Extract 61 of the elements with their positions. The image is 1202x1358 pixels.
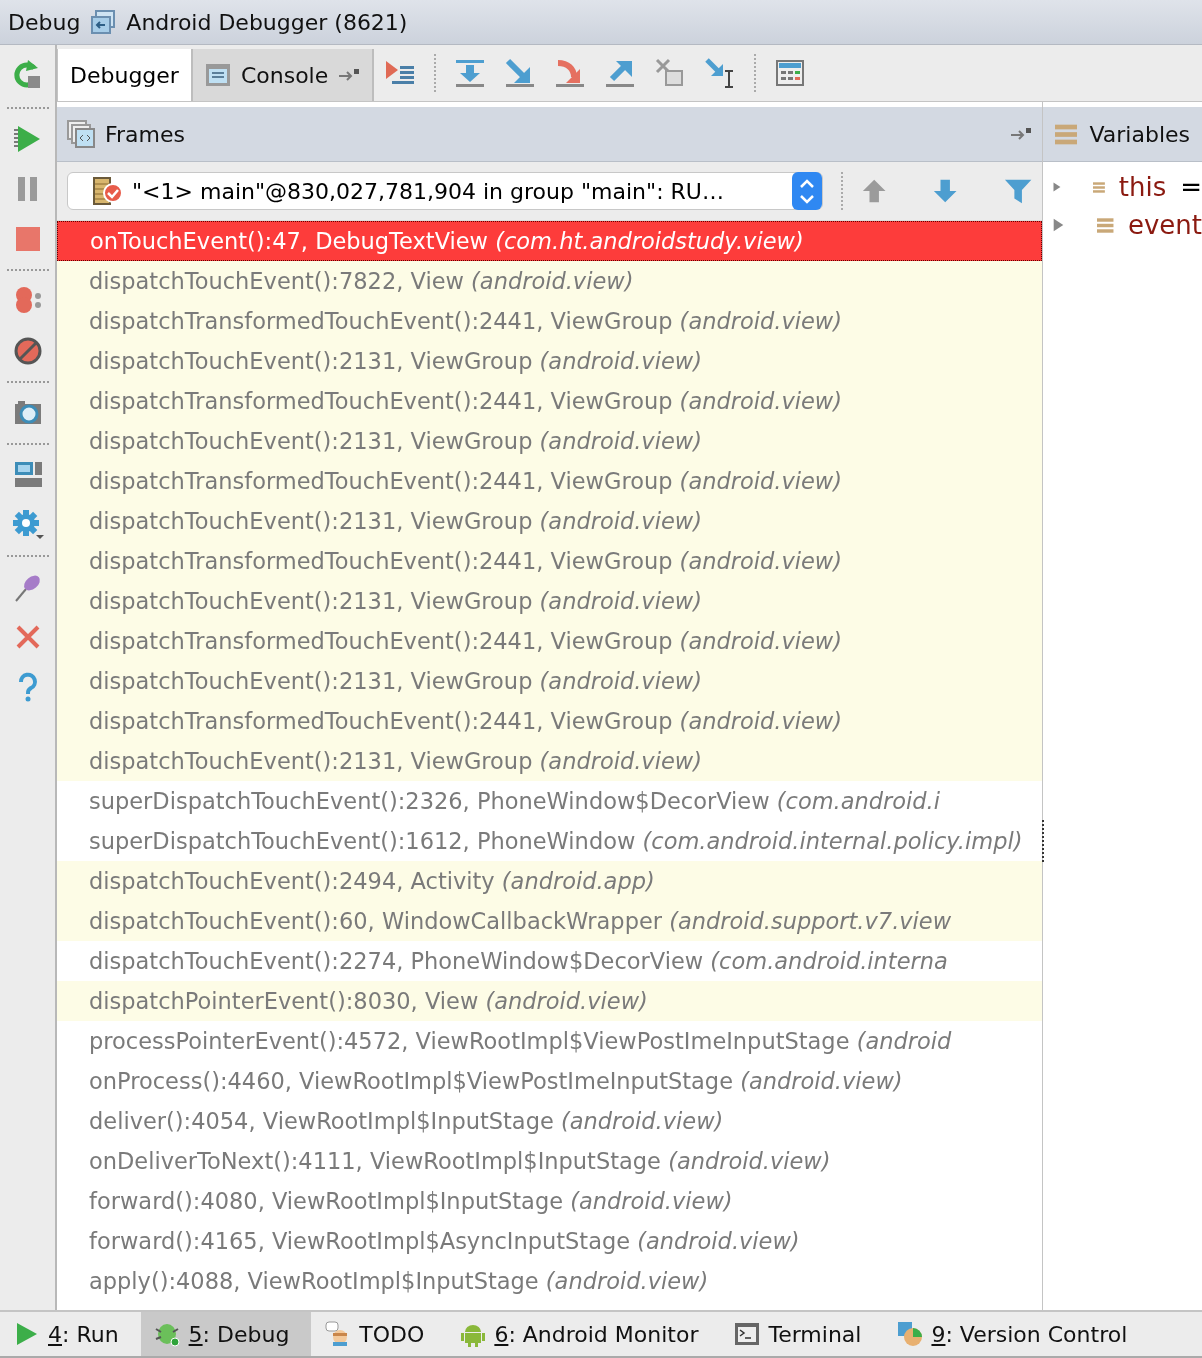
tool-window-button[interactable]: 9: Version Control [883, 1312, 1150, 1356]
calculator-icon[interactable] [774, 57, 807, 89]
tool-window-title: Debug [8, 9, 81, 35]
stack-frame-row[interactable]: dispatchTouchEvent():60, WindowCallbackWrapper (android.support.v7.view [57, 901, 1042, 941]
panel-title: Frames [105, 121, 186, 147]
tool-window-button[interactable]: 5: Debug [140, 1312, 312, 1356]
stack-frame-row[interactable]: dispatchTransformedTouchEvent():2441, ViewGroup (android.view) [57, 381, 1042, 421]
stack-frame-row[interactable]: dispatchTransformedTouchEvent():2441, ViewGroup (android.view) [57, 541, 1042, 581]
tool-window-button[interactable]: Terminal [720, 1312, 884, 1356]
terminal-icon [734, 1321, 761, 1347]
stack-frame-row[interactable]: dispatchTouchEvent():2131, ViewGroup (android.view) [57, 341, 1042, 381]
up-arrow-icon[interactable] [860, 177, 888, 205]
stack-frame-row[interactable]: apply():4088, ViewRootImpl$InputStage (android.view) [57, 1261, 1042, 1301]
tab[interactable]: Debugger [57, 49, 193, 101]
bug-icon [154, 1321, 181, 1347]
stack-frame-row[interactable]: dispatchPointerEvent():8030, View (android.view) [57, 981, 1042, 1021]
thread-icon [92, 176, 124, 206]
session-title: Android Debugger (8621) [126, 9, 408, 35]
chevron-icon [791, 172, 822, 210]
stack-frame-row[interactable]: deliver():4054, ViewRootImpl$InputStage (android.view) [57, 1101, 1042, 1141]
stack-frame-row[interactable]: processPointerEvent():4572, ViewRootImpl$ViewPostImeInputStage (android [57, 1021, 1042, 1061]
stack-frame-row[interactable]: dispatchTouchEvent():2131, ViewGroup (android.view) [57, 421, 1042, 461]
pin-arrow-icon[interactable] [338, 68, 361, 82]
stack-frame-row[interactable]: dispatchTouchEvent():2131, ViewGroup (android.view) [57, 661, 1042, 701]
stack-frame-row[interactable]: dispatchTransformedTouchEvent():2441, ViewGroup (android.view) [57, 461, 1042, 501]
frames-icon [67, 120, 95, 148]
stack-frame-row[interactable]: dispatchTouchEvent():7822, View (android.view) [57, 261, 1042, 301]
down-arrow-icon[interactable] [932, 177, 959, 205]
shapes-icon [897, 1321, 924, 1347]
stack-frame-row[interactable]: onTouchEvent():47, DebugTextView (com.ht.androidstudy.view) [57, 221, 1042, 261]
equals-sign: = [1180, 172, 1202, 202]
stack-frame-row[interactable]: forward():4080, ViewRootImpl$InputStage (android.view) [57, 1181, 1042, 1221]
settings-icon[interactable] [11, 509, 44, 541]
variable-name: this [1118, 172, 1167, 202]
stack-frame-row[interactable]: dispatchTransformedTouchEvent():2441, ViewGroup (android.view) [57, 621, 1042, 661]
stack-frame-row[interactable]: onProcess():4460, ViewRootImpl$ViewPostImeInputStage (android.view) [57, 1061, 1042, 1101]
stack-frame-row[interactable]: dispatchTransformedTouchEvent():2441, ViewGroup (android.view) [57, 701, 1042, 741]
stack-frame-row[interactable]: dispatchTouchEvent():2131, ViewGroup (android.view) [57, 501, 1042, 541]
tool-window-button[interactable]: TODO [311, 1312, 447, 1356]
thread-dropdown[interactable]: "<1> main"@830,027,781,904 in group "main": RU… [67, 172, 823, 210]
stack-frame-row[interactable]: onDeliverToNext():4111, ViewRootImpl$InputStage (android.view) [57, 1141, 1042, 1181]
stack-frame-row[interactable]: superDispatchTouchEvent():2326, PhoneWindow$DecorView (com.android.i [57, 781, 1042, 821]
stack-frame-row[interactable]: dispatchTouchEvent():2131, ViewGroup (android.view) [57, 741, 1042, 781]
tool-window-button[interactable]: 6: Android Monitor [446, 1312, 721, 1356]
variables-icon [1055, 123, 1078, 145]
stack-frame-row[interactable]: dispatchTransformedTouchEvent():2441, ViewGroup (android.view) [57, 301, 1042, 341]
step-over-icon[interactable] [454, 57, 487, 89]
variable-name: event [1127, 210, 1202, 240]
tool-window-button[interactable]: 4: Run [0, 1312, 141, 1356]
tab[interactable]: Console [192, 49, 375, 101]
panel-title: Variables [1089, 121, 1190, 147]
filter-icon[interactable] [1003, 177, 1032, 205]
step-into-icon[interactable] [504, 57, 537, 89]
stack-frame-row[interactable]: dispatchTouchEvent():2274, PhoneWindow$DecorView (com.android.interna [57, 941, 1042, 981]
pin-arrow-icon[interactable] [1010, 127, 1032, 141]
force-step-into-icon[interactable] [554, 57, 587, 89]
stack-frame-row[interactable]: dispatchTouchEvent():2494, Activity (android.app) [57, 861, 1042, 901]
windows-icon[interactable] [90, 9, 117, 35]
stack-frame-row[interactable]: dispatchTouchEvent():2131, ViewGroup (android.view) [57, 581, 1042, 621]
stack-frame-row[interactable]: forward():4165, ViewRootImpl$AsyncInputStage (android.view) [57, 1221, 1042, 1261]
console-icon [204, 63, 231, 87]
